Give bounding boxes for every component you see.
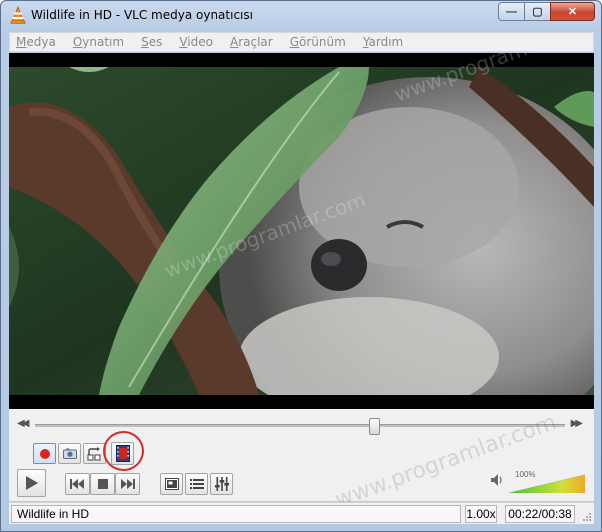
close-icon: ✕ (567, 6, 578, 18)
minimize-button[interactable]: — (498, 2, 525, 21)
loop-ab-icon (87, 446, 101, 460)
stop-button[interactable] (90, 473, 115, 495)
controls-panel: ◀◀ ▶▶ 100% www.programlar.com (9, 409, 594, 513)
elapsed-total-time[interactable]: 00:22/00:38 (505, 505, 575, 523)
next-icon (121, 479, 135, 489)
status-media-title: Wildlife in HD (11, 505, 461, 523)
close-button[interactable]: ✕ (550, 2, 595, 21)
seek-bar[interactable]: ◀◀ ▶▶ (9, 415, 594, 435)
koala-video-frame (9, 67, 594, 395)
stop-icon (97, 479, 108, 489)
play-button[interactable] (17, 469, 46, 497)
extended-settings-button[interactable] (210, 473, 233, 495)
menu-tools[interactable]: Araçlar (230, 35, 273, 49)
playlist-icon (189, 479, 204, 489)
speaker-icon[interactable] (490, 473, 504, 487)
window-title: Wildlife in HD - VLC medya oynatıcısı (31, 8, 253, 22)
snapshot-button[interactable] (58, 443, 81, 464)
snapshot-icon (62, 448, 77, 459)
play-icon (25, 476, 38, 490)
vlc-cone-icon (10, 6, 26, 24)
record-button[interactable] (33, 443, 56, 464)
record-icon (39, 448, 50, 459)
fullscreen-icon (164, 478, 179, 490)
video-area[interactable]: www.programlar.com www.programlar.com (9, 53, 594, 409)
menu-video[interactable]: Video (179, 35, 213, 49)
menu-audio[interactable]: Ses (141, 35, 162, 49)
maximize-icon: ▢ (532, 6, 543, 18)
menu-bar: Medya Oynatım Ses Video Araçlar Görünüm … (9, 32, 594, 52)
playback-speed[interactable]: 1.00x (465, 505, 497, 523)
extended-settings-icon (214, 477, 229, 491)
resize-grip-icon[interactable] (582, 512, 592, 522)
seek-track[interactable] (35, 424, 565, 427)
status-bar: Wildlife in HD 1.00x 00:22/00:38 (9, 502, 594, 524)
seek-forward-icon[interactable]: ▶▶ (571, 418, 584, 429)
menu-playback[interactable]: Oynatım (73, 35, 124, 49)
menu-help[interactable]: Yardım (363, 35, 403, 49)
minimize-icon: — (506, 5, 517, 18)
fullscreen-button[interactable] (160, 473, 183, 495)
previous-icon (70, 479, 84, 489)
highlight-circle (103, 431, 144, 471)
previous-button[interactable] (65, 473, 90, 495)
maximize-button[interactable]: ▢ (524, 2, 551, 21)
next-button[interactable] (115, 473, 140, 495)
playlist-button[interactable] (185, 473, 208, 495)
title-bar[interactable]: Wildlife in HD - VLC medya oynatıcısı — … (1, 1, 601, 31)
volume-slider[interactable] (509, 471, 585, 493)
seek-back-icon[interactable]: ◀◀ (17, 418, 30, 429)
menu-view[interactable]: Görünüm (290, 35, 346, 49)
menu-media[interactable]: Medya (16, 35, 56, 49)
seek-handle[interactable] (368, 418, 380, 435)
vlc-window: Wildlife in HD - VLC medya oynatıcısı — … (0, 0, 602, 532)
window-controls: — ▢ ✕ (498, 2, 595, 22)
